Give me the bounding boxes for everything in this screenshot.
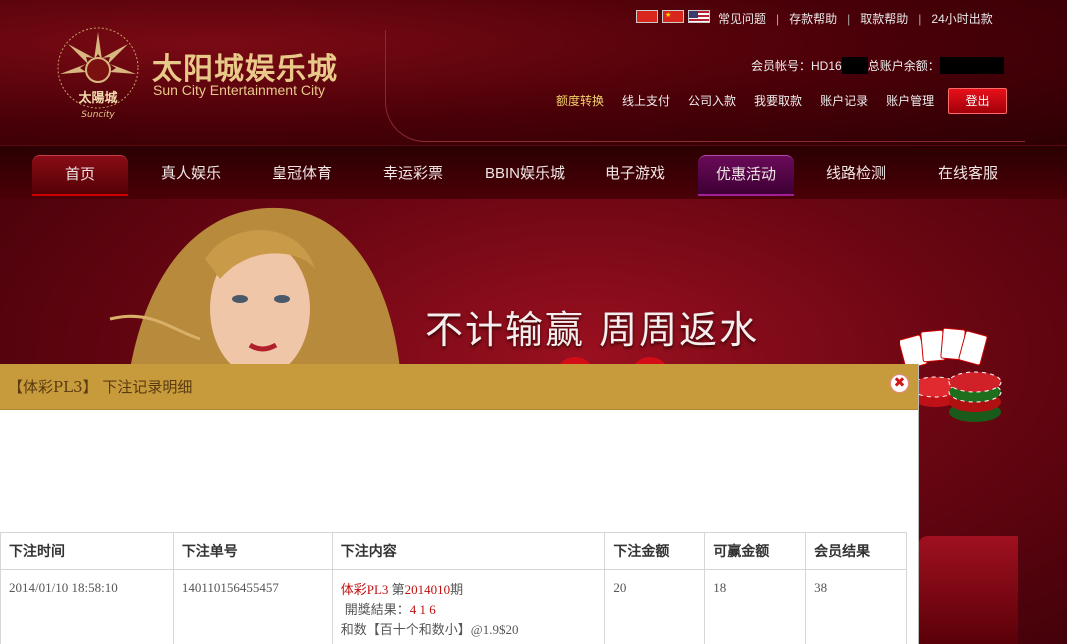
account-management-link[interactable]: 账户管理	[886, 92, 934, 109]
24h-withdraw-link[interactable]: 24小时出款	[931, 10, 992, 27]
dialog-title: 【体彩PL3】 下注记录明细	[8, 378, 193, 396]
bet-issue-prefix: 第	[388, 582, 405, 597]
company-deposit-link[interactable]: 公司入款	[688, 92, 736, 109]
column-header-bet-time: 下注时间	[0, 532, 174, 570]
masked-member-id	[841, 57, 868, 74]
nav-lottery[interactable]: 幸运彩票	[365, 155, 461, 193]
balance-label: 总账户余额：	[867, 59, 940, 73]
nav-sports[interactable]: 皇冠体育	[254, 155, 350, 193]
hong-kong-flag-icon[interactable]	[636, 10, 658, 23]
sun-city-logo-icon[interactable]: 太陽城 Suncity	[50, 24, 146, 120]
draw-result-numbers: 4 1 6	[409, 602, 436, 617]
bet-issue-number: 2014010	[404, 582, 451, 597]
online-payment-link[interactable]: 线上支付	[622, 92, 670, 109]
top-links: 常见问题 | 存款帮助 | 取款帮助 | 24小时出款	[718, 10, 993, 27]
separator: |	[847, 11, 851, 26]
close-icon[interactable]: ✖	[891, 375, 908, 392]
account-records-link[interactable]: 账户记录	[820, 92, 868, 109]
site-header: 太陽城 Suncity 太阳城娱乐城 Sun City Entertainmen…	[0, 0, 1067, 145]
column-header-bet-amount: 下注金额	[604, 532, 706, 570]
header-frame	[385, 30, 1025, 142]
column-header-order-no: 下注单号	[172, 532, 333, 570]
draw-result-line: 開獎結果：4 1 6	[341, 600, 605, 620]
cell-order-no: 140110156455457	[172, 569, 333, 644]
brand-name-en[interactable]: Sun City Entertainment City	[153, 82, 325, 98]
masked-balance	[939, 57, 1004, 74]
side-decoration-panel	[918, 536, 1018, 644]
model-portrait-image	[109, 207, 400, 377]
nav-customer-service[interactable]: 在线客服	[920, 155, 1016, 193]
separator: |	[776, 11, 780, 26]
column-header-member-result: 会员结果	[805, 532, 907, 570]
bet-game-name: 体彩PL3	[340, 582, 389, 597]
credit-transfer-link[interactable]: 额度转换	[556, 92, 604, 109]
nav-slots[interactable]: 电子游戏	[587, 155, 683, 193]
account-nav: 额度转换 线上支付 公司入款 我要取款 账户记录 账户管理	[556, 92, 934, 109]
nav-line-check[interactable]: 线路检测	[808, 155, 904, 193]
china-flag-icon[interactable]	[662, 10, 684, 23]
logout-button[interactable]: 登出	[948, 88, 1007, 114]
separator: |	[918, 11, 922, 26]
withdraw-help-link[interactable]: 取款帮助	[860, 10, 908, 27]
deposit-help-link[interactable]: 存款帮助	[789, 10, 837, 27]
bet-record-dialog: 【体彩PL3】 下注记录明细 ✖ 下注时间 下注单号 下注内容 下注金额 可赢金…	[0, 364, 919, 644]
column-header-bet-content: 下注内容	[331, 532, 606, 570]
member-label: 会员帐号：	[751, 59, 812, 73]
language-flags	[636, 10, 710, 23]
logo-emblem-cn-text: 太陽城	[77, 90, 117, 106]
bet-issue-suffix: 期	[450, 582, 464, 597]
bet-game-line: 体彩PL3 第2014010期	[341, 580, 605, 600]
cell-bet-time: 2014/01/10 18:58:10	[0, 569, 174, 644]
cell-bet-amount: 20	[604, 569, 706, 644]
nav-live-casino[interactable]: 真人娱乐	[143, 155, 239, 193]
cell-win-amount: 18	[704, 569, 807, 644]
nav-bbin[interactable]: BBIN娱乐城	[470, 155, 580, 193]
logo-emblem-en-text: Suncity	[81, 110, 115, 120]
nav-promotions[interactable]: 优惠活动	[698, 155, 794, 196]
table-header-row: 下注时间 下注单号 下注内容 下注金额 可赢金额 会员结果	[0, 532, 907, 570]
cell-member-result: 38	[805, 569, 907, 644]
account-info: 会员帐号： HD16 总账户余额：	[751, 57, 1004, 74]
withdraw-link[interactable]: 我要取款	[754, 92, 802, 109]
dialog-header: 【体彩PL3】 下注记录明细 ✖	[0, 364, 918, 410]
us-flag-icon[interactable]	[688, 10, 710, 23]
faq-link[interactable]: 常见问题	[718, 10, 766, 27]
banner-slogan: 不计输赢 周周返水	[425, 308, 760, 352]
nav-home[interactable]: 首页	[32, 155, 128, 196]
bet-records-table: 下注时间 下注单号 下注内容 下注金额 可赢金额 会员结果 2014/01/10…	[0, 532, 907, 644]
bet-detail-line: 和数【百十个和数小】@1.9$20	[340, 622, 519, 637]
column-header-win-amount: 可赢金额	[704, 532, 807, 570]
main-nav: 首页 真人娱乐 皇冠体育 幸运彩票 BBIN娱乐城 电子游戏 优惠活动 线路检测…	[0, 145, 1067, 200]
cell-bet-content: 体彩PL3 第2014010期 開獎結果：4 1 6 和数【百十个和数小】@1.…	[331, 569, 606, 644]
draw-result-label: 開獎結果：	[344, 602, 410, 617]
table-row: 2014/01/10 18:58:10 140110156455457 体彩PL…	[0, 569, 907, 644]
member-id: HD16	[811, 58, 842, 73]
